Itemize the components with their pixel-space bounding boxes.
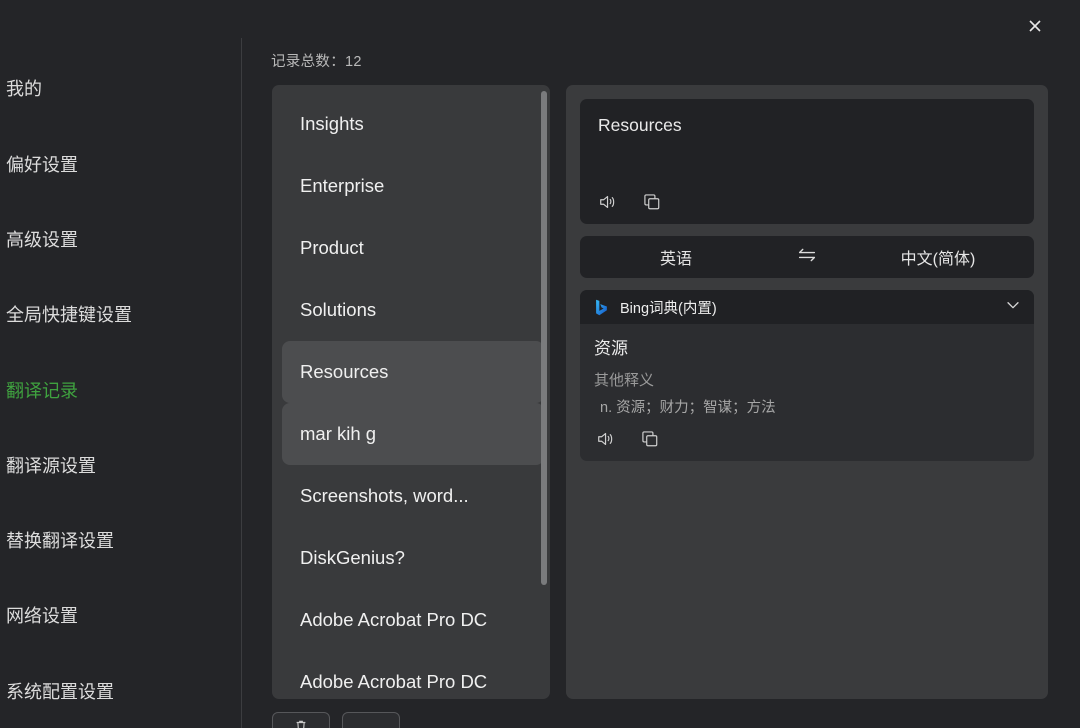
copy-icon	[640, 429, 660, 449]
list-item[interactable]: Adobe Acrobat Pro DC	[282, 589, 544, 651]
list-item[interactable]: Screenshots, word...	[282, 465, 544, 527]
list-item-label: Adobe Acrobat Pro DC	[300, 671, 488, 692]
sidebar-item-label: 翻译源设置	[6, 456, 96, 476]
speaker-icon	[596, 429, 616, 449]
history-list-panel: Insights Enterprise Product Solutions Re…	[272, 85, 550, 699]
sidebar-item-replace-translation[interactable]: 替换翻译设置	[6, 520, 236, 560]
list-item-label: Adobe Acrobat Pro DC	[300, 609, 488, 630]
list-item-label: Screenshots, word...	[300, 485, 469, 506]
list-item[interactable]: DiskGenius?	[282, 527, 544, 589]
dictionary-other-meanings-label: 其他释义	[594, 372, 655, 389]
sidebar-divider	[241, 38, 242, 728]
list-item-label: mar kih g	[300, 423, 377, 444]
history-list-scrollbar[interactable]	[541, 91, 547, 693]
sidebar-item-translation-source[interactable]: 翻译源设置	[6, 445, 236, 485]
speak-translation-button[interactable]	[594, 427, 618, 451]
close-icon	[1027, 18, 1043, 34]
list-item-label: Solutions	[300, 299, 377, 320]
sidebar-item-hotkeys[interactable]: 全局快捷键设置	[6, 294, 236, 334]
sidebar-item-translation-history[interactable]: 翻译记录	[6, 370, 236, 410]
list-item[interactable]: Enterprise	[282, 155, 544, 217]
record-count-label: 记录总数：12	[271, 54, 362, 70]
close-window-button[interactable]	[1018, 10, 1052, 42]
sidebar-item-label: 偏好设置	[6, 155, 78, 175]
dictionary-main-translation: 资源	[594, 339, 628, 358]
sidebar-item-advanced[interactable]: 高级设置	[6, 219, 236, 259]
sidebar-item-label: 我的	[6, 79, 42, 99]
dictionary-body: 资源 其他释义 n. 资源；财力；智谋；方法	[580, 324, 1034, 461]
dictionary-actions	[594, 427, 1020, 451]
sidebar-item-label: 系统配置设置	[6, 682, 114, 702]
list-item-label: Resources	[300, 361, 389, 382]
sidebar-item-system-config[interactable]: 系统配置设置	[6, 671, 236, 711]
sidebar-item-label: 网络设置	[6, 606, 78, 626]
source-text: Resources	[598, 115, 682, 135]
trash-icon	[294, 719, 308, 728]
list-item-selected[interactable]: Resources	[282, 341, 544, 403]
chevron-down-icon	[1004, 296, 1022, 319]
list-item[interactable]: Solutions	[282, 279, 544, 341]
detail-panel: Resources 英语 中文(简体) Bing词典(内置) 资源 其他释义 n…	[566, 85, 1048, 699]
list-item-label: DiskGenius?	[300, 547, 405, 568]
delete-record-button[interactable]	[272, 712, 330, 728]
history-list: Insights Enterprise Product Solutions Re…	[272, 85, 550, 699]
dictionary-definition: n. 资源；财力；智谋；方法	[600, 400, 776, 416]
list-bottom-toolbar	[272, 712, 400, 728]
sidebar: 我的 偏好设置 高级设置 全局快捷键设置 翻译记录 翻译源设置 替换翻译设置 网…	[0, 0, 241, 728]
translation-history-window: 我的 偏好设置 高级设置 全局快捷键设置 翻译记录 翻译源设置 替换翻译设置 网…	[0, 0, 1080, 728]
list-item[interactable]: Product	[282, 217, 544, 279]
speak-source-button[interactable]	[596, 190, 620, 214]
list-item-label: Enterprise	[300, 175, 385, 196]
sidebar-item-mine[interactable]: 我的	[6, 68, 236, 108]
source-text-card: Resources	[580, 99, 1034, 224]
dictionary-header[interactable]: Bing词典(内置)	[580, 290, 1034, 324]
dictionary-result-card: Bing词典(内置) 资源 其他释义 n. 资源；财力；智谋；方法	[580, 290, 1034, 461]
copy-source-button[interactable]	[640, 190, 664, 214]
copy-translation-button[interactable]	[638, 427, 662, 451]
sidebar-item-label: 替换翻译设置	[6, 531, 114, 551]
list-item-label: Insights	[300, 113, 364, 134]
source-language-select[interactable]: 英语	[580, 245, 772, 269]
sidebar-item-label: 高级设置	[6, 230, 78, 250]
list-item-label: Product	[300, 237, 364, 258]
bing-logo-icon	[596, 299, 607, 315]
source-actions	[596, 190, 664, 214]
sidebar-item-label: 翻译记录	[6, 381, 78, 401]
swap-languages-button[interactable]	[772, 245, 842, 270]
language-bar: 英语 中文(简体)	[580, 236, 1034, 278]
list-item-selected[interactable]: mar kih g	[282, 403, 544, 465]
dictionary-provider-label: Bing词典(内置)	[620, 300, 717, 317]
dictionary-collapse-button[interactable]	[1004, 296, 1022, 319]
list-item[interactable]: Insights	[282, 93, 544, 155]
sidebar-item-preferences[interactable]: 偏好设置	[6, 144, 236, 184]
secondary-action-button[interactable]	[342, 712, 400, 728]
speaker-icon	[598, 192, 618, 212]
sidebar-item-label: 全局快捷键设置	[6, 305, 132, 325]
copy-icon	[642, 192, 662, 212]
list-item[interactable]: Adobe Acrobat Pro DC	[282, 651, 544, 699]
scrollbar-thumb[interactable]	[541, 91, 547, 585]
sidebar-item-network[interactable]: 网络设置	[6, 595, 236, 635]
swap-icon	[795, 245, 819, 270]
target-language-select[interactable]: 中文(简体)	[842, 245, 1034, 269]
